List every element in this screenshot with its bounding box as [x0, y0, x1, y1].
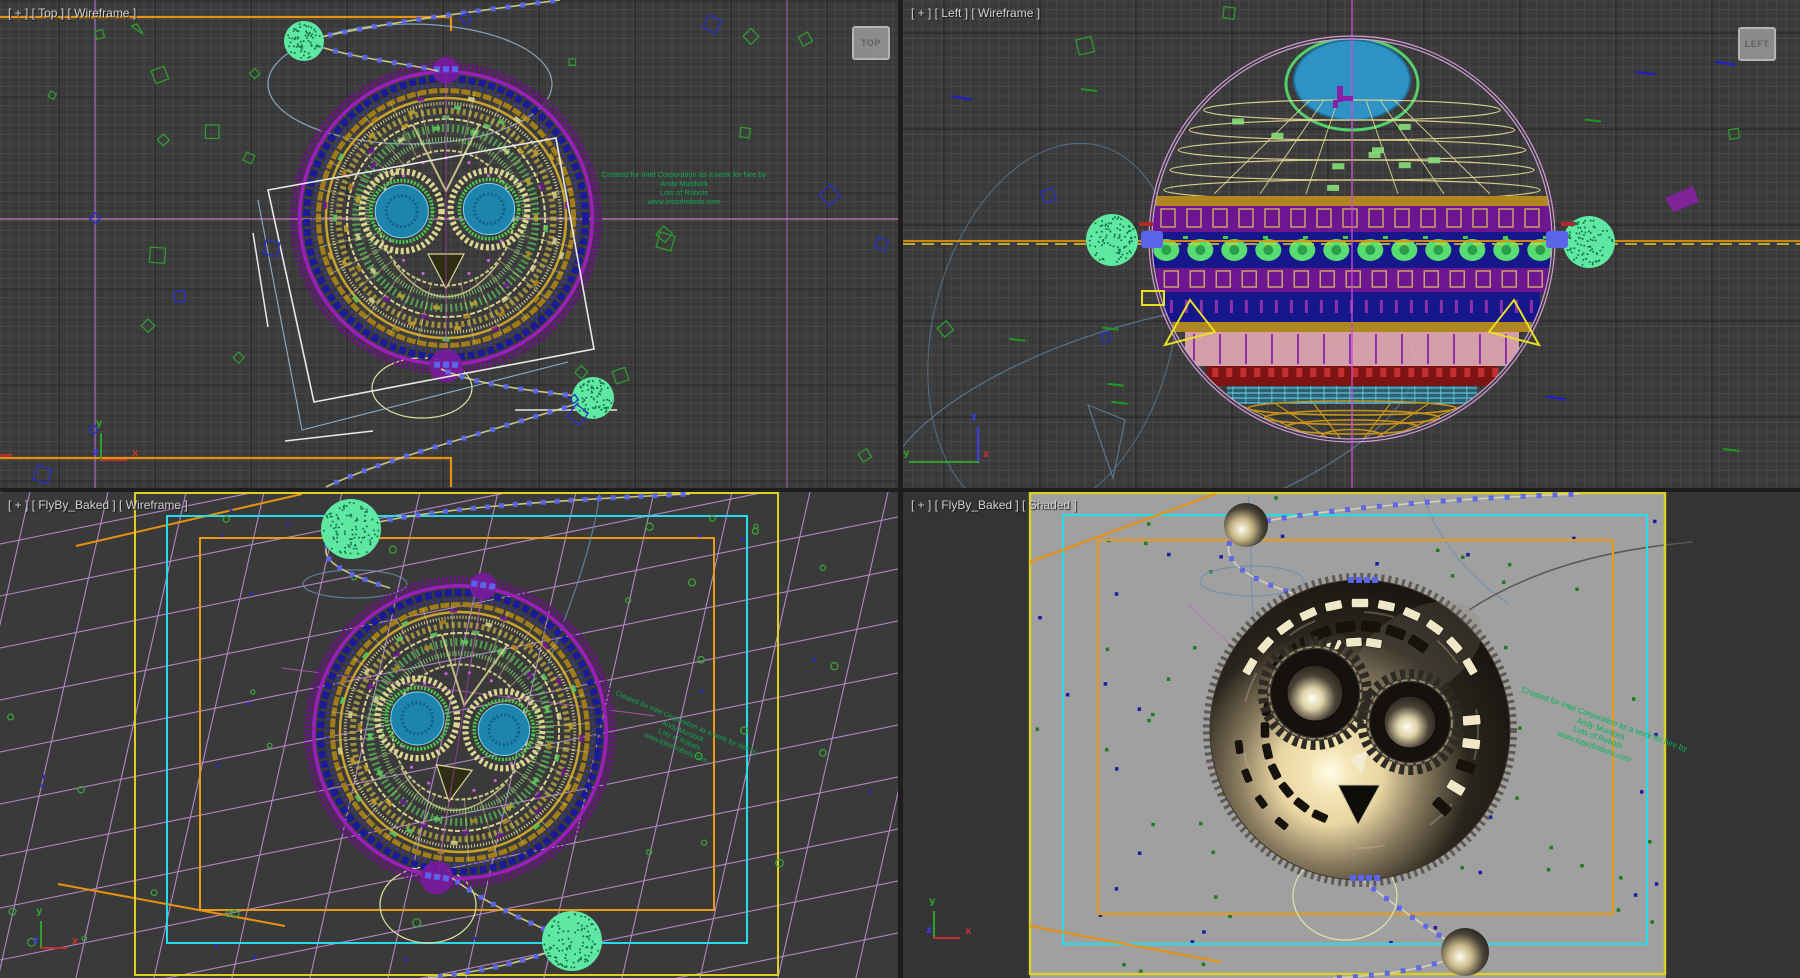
viewport-top[interactable]: [ + ] [ Top ] [ Wireframe ] TOP y z x Cr… — [0, 0, 898, 488]
viewport-flyby-wireframe-scene — [0, 492, 898, 978]
viewport-label-left[interactable]: [ + ] [ Left ] [ Wireframe ] — [911, 6, 1040, 20]
viewport-label-flyby-shaded[interactable]: [ + ] [ FlyBy_Baked ] [ Shaded ] — [911, 498, 1077, 512]
viewport-flyby-wireframe[interactable]: [ + ] [ FlyBy_Baked ] [ Wireframe ] y z … — [0, 492, 898, 978]
viewcube-left[interactable]: LEFT — [1738, 27, 1776, 61]
viewport-label-top[interactable]: [ + ] [ Top ] [ Wireframe ] — [8, 6, 136, 20]
viewport-top-scene — [0, 0, 898, 488]
viewcube-top[interactable]: TOP — [852, 26, 890, 60]
viewport-left[interactable]: [ + ] [ Left ] [ Wireframe ] LEFT z y x — [903, 0, 1800, 488]
viewport-label-flyby-wireframe[interactable]: [ + ] [ FlyBy_Baked ] [ Wireframe ] — [8, 498, 188, 512]
max-viewport-quad: [ + ] [ Top ] [ Wireframe ] TOP y z x Cr… — [0, 0, 1800, 978]
viewport-flyby-shaded[interactable]: [ + ] [ FlyBy_Baked ] [ Shaded ] y z x C… — [903, 492, 1800, 978]
viewport-left-scene — [903, 0, 1800, 488]
viewport-flyby-shaded-scene — [903, 492, 1800, 978]
